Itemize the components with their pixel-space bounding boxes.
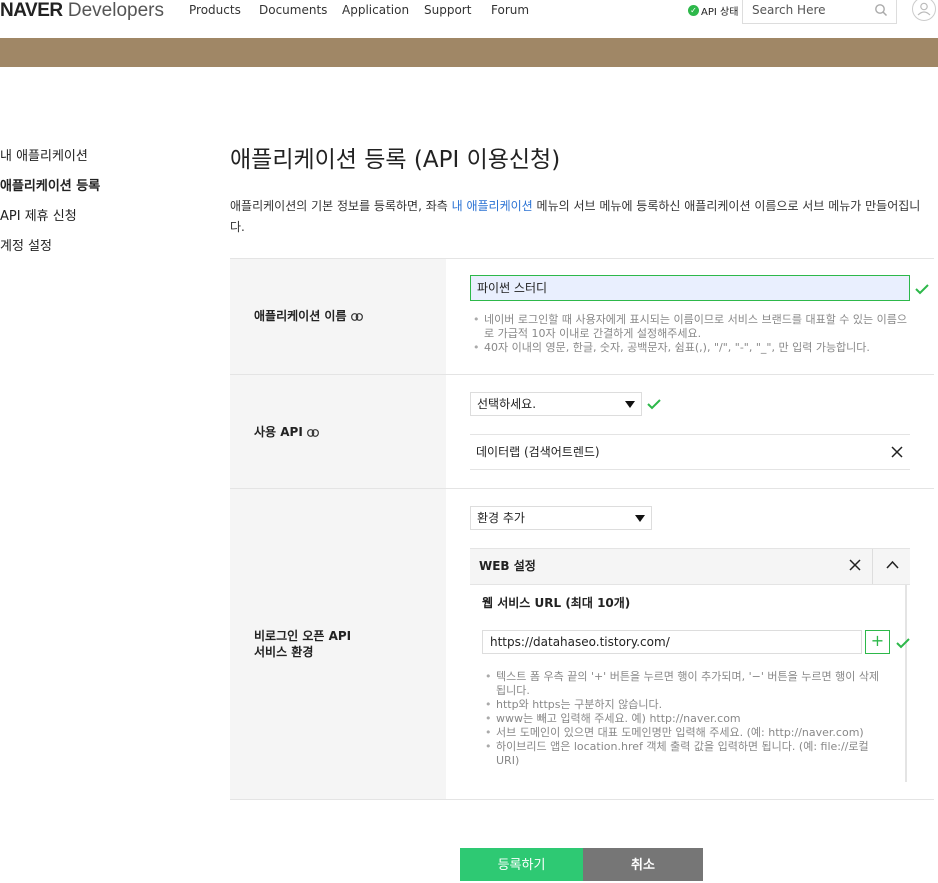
my-apps-link[interactable]: 내 애플리케이션 (452, 199, 533, 213)
check-icon (896, 638, 910, 649)
hint-item: 40자 이내의 영문, 한글, 숫자, 공백문자, 쉼표(,), "/", "-… (472, 341, 908, 355)
app-name-label: 애플리케이션 이름 (254, 308, 363, 324)
api-status-label: API 상태 (701, 7, 739, 18)
check-icon (647, 399, 661, 410)
chevron-up-icon[interactable] (886, 560, 899, 569)
sidebar-item-register-app[interactable]: 애플리케이션 등록 (0, 172, 100, 202)
naver-developers-logo[interactable]: NAVER Developers (0, 0, 164, 22)
nav-products[interactable]: Products (189, 3, 241, 17)
check-circle-icon: ✓ (688, 5, 699, 16)
avatar[interactable] (912, 0, 936, 21)
header-divider (872, 549, 873, 584)
desc-text-before: 애플리케이션의 기본 정보를 등록하면, 좌측 (230, 199, 452, 213)
selected-api-item: 데이터랩 (검색어트렌드) (470, 434, 910, 470)
add-url-button[interactable]: + (865, 630, 890, 654)
service-env-label-line1: 비로그인 오픈 API (254, 629, 352, 643)
web-url-input[interactable]: https://datahaseo.tistory.com/ (482, 630, 862, 654)
top-bar: NAVER Developers Products Documents Appl… (0, 0, 938, 38)
link-icon[interactable] (306, 428, 319, 437)
dropdown-arrow-icon (635, 515, 645, 522)
form-bottom-divider (230, 799, 934, 800)
hint-item: 서브 도메인이 있으면 대표 도메인명만 입력해 주세요. (예: http:/… (484, 726, 888, 740)
selected-api-label: 데이터랩 (검색어트렌드) (476, 445, 600, 459)
env-select-value: 환경 추가 (477, 511, 525, 525)
link-icon[interactable] (350, 312, 363, 321)
search-box (742, 0, 897, 24)
service-env-label: 비로그인 오픈 API 서비스 환경 (254, 628, 351, 660)
app-name-hints: 네이버 로그인할 때 사용자에게 표시되는 이름이므로 서비스 브랜드를 대표할… (472, 313, 908, 355)
close-icon[interactable] (891, 446, 903, 458)
nav-support[interactable]: Support (424, 3, 471, 17)
form-label-cell: 비로그인 오픈 API 서비스 환경 (230, 489, 446, 799)
web-url-label: 웹 서비스 URL (최대 10개) (482, 596, 631, 610)
hint-item: 텍스트 폼 우측 끝의 '+' 버튼을 누르면 행이 추가되며, '−' 버튼을… (484, 670, 888, 698)
web-settings-header: WEB 설정 (470, 548, 910, 585)
sidebar-item-account-settings[interactable]: 계정 설정 (0, 232, 100, 262)
api-label-text: 사용 API (254, 425, 303, 439)
app-name-label-text: 애플리케이션 이름 (254, 309, 347, 323)
nav-forum[interactable]: Forum (491, 3, 529, 17)
form-label-cell: 애플리케이션 이름 (230, 259, 446, 374)
cancel-button[interactable]: 취소 (583, 848, 703, 881)
web-url-hints: 텍스트 폼 우측 끝의 '+' 버튼을 누르면 행이 추가되며, '−' 버튼을… (484, 670, 888, 768)
search-input[interactable] (743, 0, 863, 23)
header-banner (0, 38, 938, 67)
user-icon (917, 2, 931, 16)
api-label: 사용 API (254, 424, 319, 440)
form-label-cell: 사용 API (230, 375, 446, 488)
service-env-label-line2: 서비스 환경 (254, 645, 314, 659)
close-icon[interactable] (849, 559, 861, 571)
nav-documents[interactable]: Documents (259, 3, 327, 17)
nav-application[interactable]: Application (342, 3, 409, 17)
hint-item: www는 빼고 입력해 주세요. 예) http://naver.com (484, 712, 888, 726)
dropdown-arrow-icon (625, 401, 635, 408)
api-status-link[interactable]: ✓ API 상태 (688, 3, 738, 18)
hint-item: http와 https는 구분하지 않습니다. (484, 698, 888, 712)
page-description: 애플리케이션의 기본 정보를 등록하면, 좌측 내 애플리케이션 메뉴의 서브 … (230, 196, 934, 238)
sidebar-item-api-partnership[interactable]: API 제휴 신청 (0, 202, 100, 232)
sidebar: 내 애플리케이션 애플리케이션 등록 API 제휴 신청 계정 설정 (0, 142, 100, 262)
page-title: 애플리케이션 등록 (API 이용신청) (230, 147, 561, 173)
app-name-input[interactable]: 파이썬 스터디 (470, 275, 910, 301)
check-icon (915, 284, 929, 295)
sidebar-item-my-apps[interactable]: 내 애플리케이션 (0, 142, 100, 172)
api-select[interactable]: 선택하세요. (470, 392, 642, 416)
hint-item: 네이버 로그인할 때 사용자에게 표시되는 이름이므로 서비스 브랜드를 대표할… (472, 313, 908, 341)
env-add-select[interactable]: 환경 추가 (470, 506, 652, 530)
search-icon[interactable] (874, 3, 888, 17)
register-button[interactable]: 등록하기 (460, 848, 583, 881)
hint-item: 하이브리드 앱은 location.href 객체 출력 값을 입력하면 됩니다… (484, 740, 888, 768)
web-settings-title: WEB 설정 (479, 559, 536, 573)
api-select-value: 선택하세요. (477, 397, 537, 411)
